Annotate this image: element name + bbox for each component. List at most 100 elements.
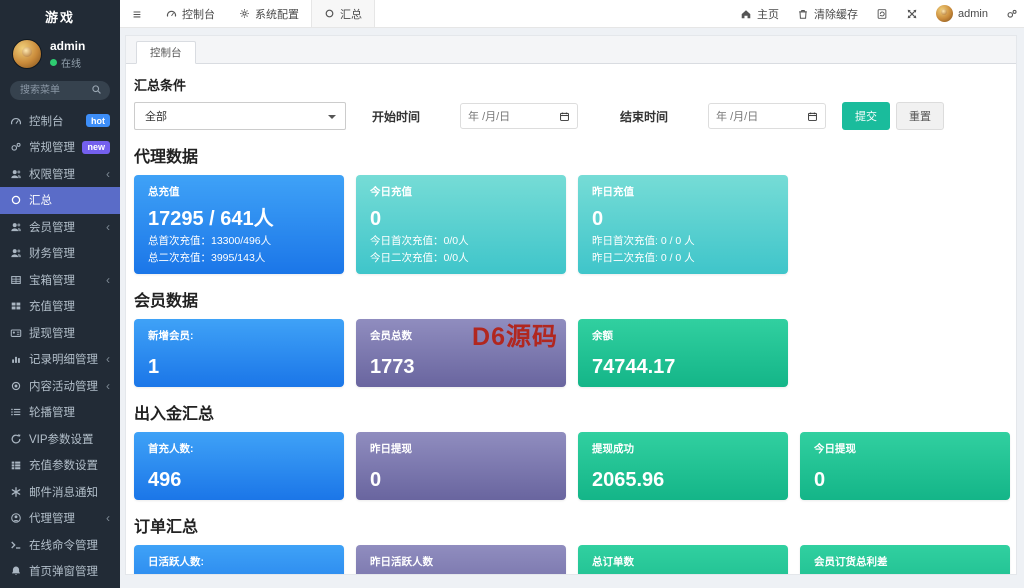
sidebar-item-label: 会员管理 bbox=[29, 219, 75, 235]
main-area: ≡ 控制台 系统配置 汇总 主页 清除缓存 bbox=[120, 0, 1024, 588]
section-title-orders: 订单汇总 bbox=[134, 513, 1010, 537]
grid-icon bbox=[10, 300, 22, 312]
users-icon bbox=[10, 221, 22, 233]
card-line: 今日首次充值：0/0人 bbox=[370, 233, 552, 248]
fullscreen-icon bbox=[906, 8, 918, 20]
refresh-icon bbox=[876, 8, 888, 20]
sidebar-item-permissions[interactable]: 权限管理 ‹ bbox=[0, 161, 120, 188]
nav-tab-summary[interactable]: 汇总 bbox=[311, 0, 375, 27]
sidebar-item-withdraw[interactable]: 提现管理 bbox=[0, 320, 120, 347]
nav-tab-label: 控制台 bbox=[182, 6, 215, 22]
hamburger-menu-icon[interactable]: ≡ bbox=[120, 0, 154, 27]
brand-title: 游戏 bbox=[0, 0, 120, 31]
card-line: 总二次充值：3995/143人 bbox=[148, 250, 330, 265]
chevron-left-icon: ‹ bbox=[106, 380, 110, 392]
sidebar-item-mail-notify[interactable]: 邮件消息通知 bbox=[0, 479, 120, 506]
online-dot-icon bbox=[50, 59, 57, 66]
avatar[interactable] bbox=[12, 39, 42, 69]
start-time-label: 开始时间 bbox=[372, 108, 420, 125]
asterisk-icon bbox=[10, 486, 22, 498]
menu-search bbox=[10, 80, 110, 100]
sidebar-item-online-cmd[interactable]: 在线命令管理 bbox=[0, 532, 120, 559]
undo-icon bbox=[10, 433, 22, 445]
card-label: 会员订货总利差 bbox=[814, 554, 996, 569]
gear-icon bbox=[239, 8, 250, 19]
date-placeholder: 年 /月/日 bbox=[716, 108, 758, 124]
stat-card-new-members: 新增会员: 1 bbox=[134, 319, 344, 387]
sidebar-item-records[interactable]: 记录明细管理 ‹ bbox=[0, 346, 120, 373]
home-label: 主页 bbox=[757, 6, 779, 22]
chevron-left-icon: ‹ bbox=[106, 168, 110, 180]
reset-button[interactable]: 重置 bbox=[896, 102, 944, 130]
sidebar-item-label: 充值参数设置 bbox=[29, 457, 98, 473]
sidebar-item-label: 代理管理 bbox=[29, 510, 75, 526]
terminal-icon bbox=[10, 539, 22, 551]
stat-card-member-order-profit: 会员订货总利差 0 bbox=[800, 545, 1010, 574]
settings-button[interactable] bbox=[997, 0, 1024, 27]
sidebar-item-dashboard[interactable]: 控制台 hot bbox=[0, 108, 120, 135]
card-line: 今日二次充值：0/0人 bbox=[370, 250, 552, 265]
workspace: 控制台 汇总条件 全部 开始时间 年 /月/日 结束 bbox=[120, 28, 1024, 588]
stat-card-today-recharge: 今日充值 0 今日首次充值：0/0人 今日二次充值：0/0人 bbox=[356, 175, 566, 274]
navbar-username: admin bbox=[958, 8, 988, 20]
dot-circle-icon bbox=[10, 380, 22, 392]
sidebar-item-coupon[interactable]: 奖金券管理 bbox=[0, 585, 120, 588]
nav-tab-dashboard[interactable]: 控制台 bbox=[154, 0, 227, 27]
sidebar-item-label: 在线命令管理 bbox=[29, 537, 98, 553]
nav-tab-sysconfig[interactable]: 系统配置 bbox=[227, 0, 311, 27]
calendar-icon[interactable] bbox=[807, 111, 818, 122]
sidebar-item-recharge-params[interactable]: 充值参数设置 bbox=[0, 452, 120, 479]
user-menu[interactable]: admin bbox=[927, 0, 997, 27]
user-circle-icon bbox=[10, 512, 22, 524]
search-icon[interactable] bbox=[91, 84, 102, 95]
stat-card-first-recharge-count: 首充人数: 496 bbox=[134, 432, 344, 500]
card-label: 首充人数: bbox=[148, 441, 330, 456]
panel-tabstrip: 控制台 bbox=[126, 36, 1016, 64]
submit-button[interactable]: 提交 bbox=[842, 102, 890, 130]
dashboard-icon bbox=[10, 115, 22, 127]
sidebar-item-members[interactable]: 会员管理 ‹ bbox=[0, 214, 120, 241]
section-title-members: 会员数据 bbox=[134, 287, 1010, 311]
panel-tab-dashboard[interactable]: 控制台 bbox=[136, 41, 196, 64]
card-value: 0 bbox=[370, 469, 552, 491]
sidebar-item-treasure[interactable]: 宝箱管理 ‹ bbox=[0, 267, 120, 294]
panel-body: 汇总条件 全部 开始时间 年 /月/日 结束时间 年 / bbox=[126, 64, 1016, 574]
sidebar-item-label: 权限管理 bbox=[29, 166, 75, 182]
sidebar-item-finance[interactable]: 财务管理 bbox=[0, 240, 120, 267]
bell-icon bbox=[10, 565, 22, 577]
username: admin bbox=[50, 39, 85, 55]
fullscreen-button[interactable] bbox=[897, 0, 927, 27]
card-label: 今日充值 bbox=[370, 184, 552, 199]
sidebar-item-content[interactable]: 内容活动管理 ‹ bbox=[0, 373, 120, 400]
stat-card-today-withdraw: 今日提现 0 bbox=[800, 432, 1010, 500]
filter-row: 全部 开始时间 年 /月/日 结束时间 年 /月/日 bbox=[134, 102, 1010, 130]
sidebar-item-agent[interactable]: 代理管理 ‹ bbox=[0, 505, 120, 532]
card-label: 提现成功 bbox=[592, 441, 774, 456]
stat-card-total-members: 会员总数 1773 D6源码 bbox=[356, 319, 566, 387]
sidebar-item-general[interactable]: 常规管理 new bbox=[0, 134, 120, 161]
sidebar-item-carousel[interactable]: 轮播管理 bbox=[0, 399, 120, 426]
scope-select-value: 全部 bbox=[145, 108, 167, 124]
circle-icon bbox=[324, 8, 335, 19]
refresh-page-button[interactable] bbox=[867, 0, 897, 27]
card-label: 昨日活跃人数 bbox=[370, 554, 552, 569]
sidebar-item-label: 提现管理 bbox=[29, 325, 75, 341]
new-badge: new bbox=[82, 141, 110, 154]
sidebar-item-recharge[interactable]: 充值管理 bbox=[0, 293, 120, 320]
card-value: 0 bbox=[814, 469, 996, 491]
card-value: 1 bbox=[148, 356, 330, 378]
dashboard-icon bbox=[166, 8, 177, 19]
sidebar-item-vip-params[interactable]: VIP参数设置 bbox=[0, 426, 120, 453]
filter-title: 汇总条件 bbox=[134, 75, 1010, 94]
sidebar-item-popup[interactable]: 首页弹窗管理 bbox=[0, 558, 120, 585]
calendar-icon[interactable] bbox=[559, 111, 570, 122]
stat-card-balance: 余额 74744.17 bbox=[578, 319, 788, 387]
home-button[interactable]: 主页 bbox=[731, 0, 788, 27]
end-date-input[interactable]: 年 /月/日 bbox=[708, 103, 826, 129]
chevron-left-icon: ‹ bbox=[106, 353, 110, 365]
sidebar-item-summary[interactable]: 汇总 bbox=[0, 187, 120, 214]
cogs-icon bbox=[1006, 8, 1018, 20]
scope-select[interactable]: 全部 bbox=[134, 102, 346, 130]
clear-cache-button[interactable]: 清除缓存 bbox=[788, 0, 867, 27]
start-date-input[interactable]: 年 /月/日 bbox=[460, 103, 578, 129]
